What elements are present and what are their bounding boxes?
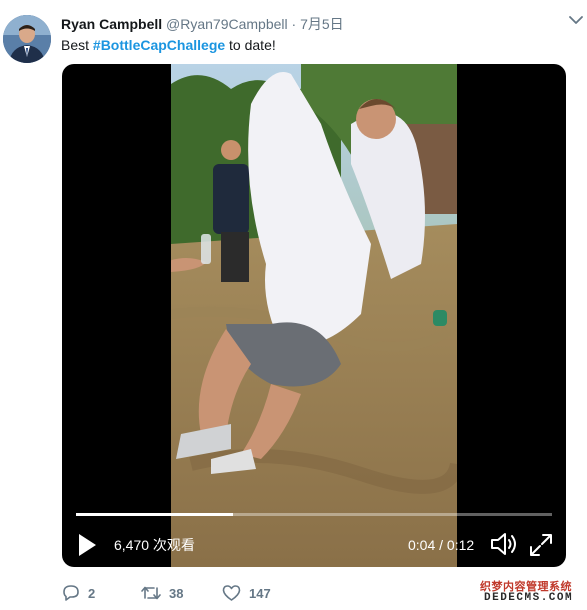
- like-icon: [222, 585, 241, 601]
- tweet: Ryan Campbell @Ryan79Campbell · 7月5日 Bes…: [0, 0, 587, 610]
- hashtag-link[interactable]: #BottleCapChallege: [93, 37, 225, 53]
- author-name[interactable]: Ryan Campbell: [61, 16, 162, 32]
- watermark-line2: DEDECMS.COM: [484, 592, 574, 604]
- tweet-header: Ryan Campbell @Ryan79Campbell · 7月5日: [61, 14, 567, 34]
- watermark: 织梦内容管理系统 DEDECMS.COM: [474, 578, 584, 608]
- retweet-count: 38: [169, 585, 184, 601]
- reply-button[interactable]: 2: [62, 583, 95, 603]
- view-count: 6,470 次观看: [114, 537, 195, 553]
- caret-down-icon[interactable]: [569, 15, 583, 25]
- retweet-icon: [141, 586, 161, 600]
- tweet-text-suffix: to date!: [225, 37, 276, 53]
- video-frame: [171, 64, 457, 567]
- like-button[interactable]: 147: [222, 583, 271, 603]
- fullscreen-icon[interactable]: [528, 532, 554, 558]
- progress-bar[interactable]: [76, 513, 552, 516]
- avatar[interactable]: [3, 15, 51, 63]
- video-time: 0:04 / 0:12: [408, 537, 475, 553]
- tweet-date[interactable]: 7月5日: [300, 16, 344, 32]
- play-icon[interactable]: [76, 532, 98, 558]
- tweet-text: Best #BottleCapChallege to date!: [61, 36, 276, 54]
- video-player[interactable]: 6,470 次观看 0:04 / 0:12: [62, 64, 566, 567]
- progress-fill: [76, 513, 234, 516]
- reply-icon: [63, 585, 79, 601]
- volume-icon[interactable]: [490, 531, 518, 557]
- watermark-line1: 织梦内容管理系统: [480, 581, 572, 593]
- separator-dot: ·: [291, 16, 297, 32]
- like-count: 147: [249, 585, 271, 601]
- retweet-button[interactable]: 38: [141, 583, 183, 603]
- tweet-text-prefix: Best: [61, 37, 93, 53]
- reply-count: 2: [88, 585, 96, 601]
- author-handle[interactable]: @Ryan79Campbell: [166, 16, 288, 32]
